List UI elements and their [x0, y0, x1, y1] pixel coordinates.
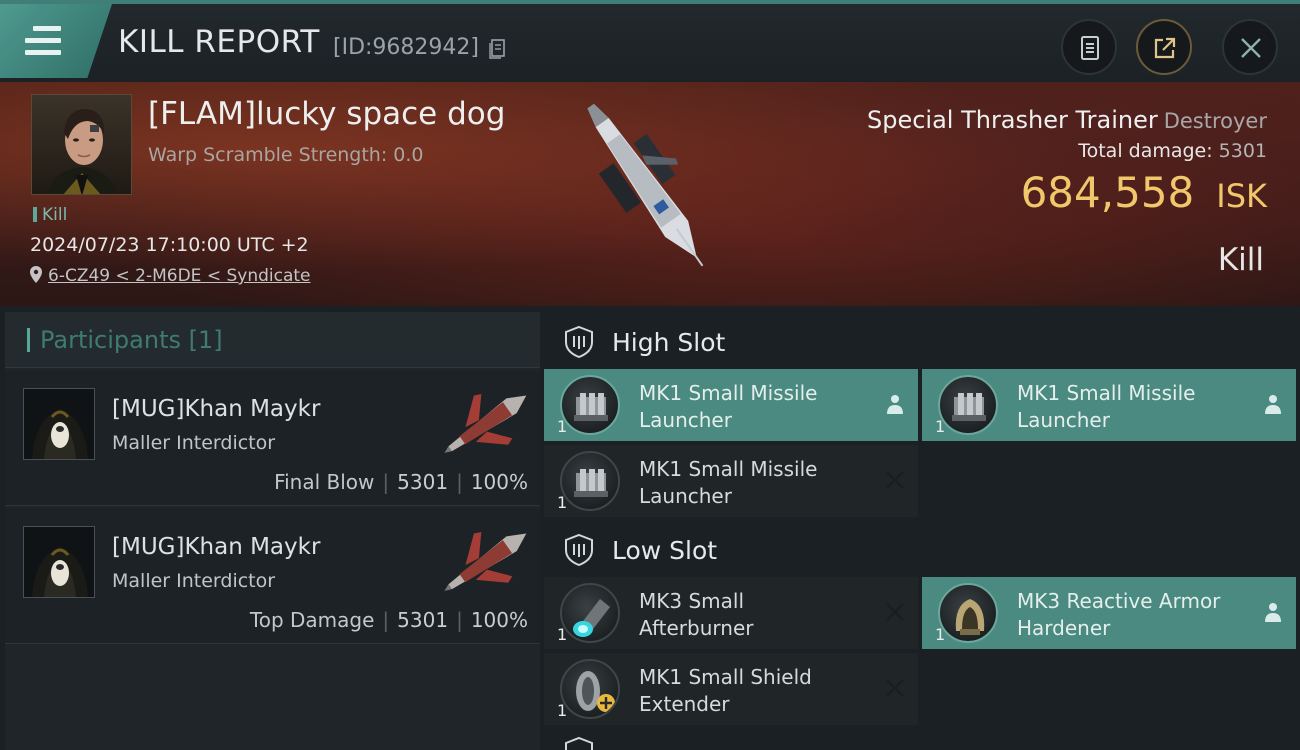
module-name: MK3 Reactive Armor Hardener: [1017, 589, 1221, 640]
report-id: [ID:9682942]: [333, 35, 479, 60]
fitting-panel: High Slot 1 MK1 Small Missile Launcher 1…: [544, 312, 1300, 750]
participant-ship: Maller Interdictor: [112, 570, 276, 592]
isk-value-line: 684,558 ISK: [1021, 168, 1267, 217]
participant-stat-label: Top Damage: [249, 608, 375, 632]
pilot-icon: [887, 395, 903, 414]
close-icon: [1241, 38, 1261, 58]
close-button[interactable]: [1222, 19, 1278, 75]
module-name: MK1 Small Missile Launcher: [639, 381, 818, 432]
participant-name[interactable]: [MUG]Khan Maykr: [112, 534, 320, 560]
isk-value: 684,558: [1020, 168, 1195, 217]
kill-tag: Kill: [33, 205, 67, 225]
destroyed-x-icon: [886, 471, 904, 489]
location-link[interactable]: 6-CZ49 < 2-M6DE < Syndicate: [30, 266, 311, 286]
notes-icon: [1081, 36, 1099, 60]
module-quantity: 1: [935, 625, 946, 644]
location-text: 6-CZ49 < 2-M6DE < Syndicate: [48, 266, 311, 286]
participant-ship: Maller Interdictor: [112, 432, 276, 454]
module-quantity: 1: [557, 417, 568, 436]
low-slot-icon: [565, 533, 593, 567]
victim-ship-image: [587, 103, 704, 267]
location-pin-icon: [30, 266, 42, 283]
destroyed-x-icon: [886, 679, 904, 697]
warp-scramble-strength: Warp Scramble Strength: 0.0: [148, 144, 424, 166]
module-quantity: 1: [557, 701, 568, 720]
afterburner-icon: [560, 583, 620, 643]
participant-damage: 5301: [397, 608, 449, 632]
module-name: MK3 Small Afterburner: [639, 589, 754, 640]
total-damage-label: Total damage:: [1078, 140, 1213, 162]
participant-stats: Top Damage | 5301 | 100%: [249, 608, 528, 632]
victim-summary: [FLAM]lucky space dog Warp Scramble Stre…: [0, 82, 1300, 306]
result-label: Kill: [1217, 242, 1264, 278]
low-slot-title: Low Slot: [612, 535, 718, 565]
notes-button[interactable]: [1061, 19, 1117, 75]
top-bar: KILL REPORT [ID:9682942]: [0, 0, 1300, 82]
share-button[interactable]: [1136, 19, 1192, 75]
high-slot-header: High Slot: [544, 314, 1300, 370]
isk-unit: ISK: [1216, 177, 1267, 215]
module-quantity: 1: [557, 625, 568, 644]
participant-ship-image: [444, 393, 527, 453]
low-slot-header: Low Slot: [544, 522, 1300, 578]
missile-launcher-icon: [560, 451, 620, 511]
destroyed-x-icon: [886, 603, 904, 621]
armor-hardener-icon: [938, 583, 998, 643]
ship-name[interactable]: Special Thrasher Trainer: [867, 106, 1158, 134]
ship-type-line: Special Thrasher Trainer Destroyer: [867, 106, 1267, 134]
victim-name[interactable]: [FLAM]lucky space dog: [148, 96, 505, 132]
menu-icon: [25, 26, 61, 62]
total-damage: Total damage: 5301: [1078, 140, 1267, 162]
shield-extender-icon: [560, 659, 620, 719]
high-slot-title: High Slot: [612, 327, 726, 357]
module-name: MK1 Small Missile Launcher: [639, 457, 818, 508]
participant-percent: 100%: [470, 470, 528, 494]
module-quantity: 1: [935, 417, 946, 436]
mid-slot-header-partial: [544, 732, 1300, 750]
menu-button[interactable]: [0, 4, 112, 78]
module-quantity: 1: [557, 493, 568, 512]
participants-header: Participants [1]: [5, 312, 540, 368]
module-slot[interactable]: 1 MK1 Small Missile Launcher: [922, 369, 1296, 441]
participant-name[interactable]: [MUG]Khan Maykr: [112, 396, 320, 422]
kill-timestamp: 2024/07/23 17:10:00 UTC +2: [30, 234, 309, 256]
participant-avatar[interactable]: [23, 388, 95, 460]
participant-card[interactable]: [MUG]Khan Maykr Maller Interdictor Final…: [5, 370, 540, 506]
total-damage-value: 5301: [1218, 140, 1267, 162]
participants-title: Participants [1]: [40, 325, 223, 354]
module-slot[interactable]: 1 MK1 Small Missile Launcher: [544, 369, 918, 441]
module-slot[interactable]: 1 MK1 Small Shield Extender: [544, 653, 918, 725]
header-accent-bar: [27, 327, 30, 352]
module-slot[interactable]: 1 MK3 Small Afterburner: [544, 577, 918, 649]
copy-icon[interactable]: [489, 39, 505, 59]
participant-stats: Final Blow | 5301 | 100%: [274, 470, 528, 494]
participants-panel: Participants [1] [MUG]Khan Maykr Maller …: [5, 312, 540, 750]
participant-card[interactable]: [MUG]Khan Maykr Maller Interdictor Top D…: [5, 508, 540, 644]
module-slot[interactable]: 1 MK3 Reactive Armor Hardener: [922, 577, 1296, 649]
module-name: MK1 Small Shield Extender: [639, 665, 812, 716]
high-slot-icon: [565, 325, 593, 359]
mid-slot-icon: [565, 736, 593, 750]
participant-percent: 100%: [470, 608, 528, 632]
pilot-icon: [1265, 603, 1281, 622]
victim-portrait[interactable]: [31, 94, 132, 195]
module-slot[interactable]: 1 MK1 Small Missile Launcher: [544, 445, 918, 517]
missile-launcher-icon: [938, 375, 998, 435]
participant-damage: 5301: [397, 470, 449, 494]
pilot-icon: [1265, 395, 1281, 414]
participant-avatar[interactable]: [23, 526, 95, 598]
module-name: MK1 Small Missile Launcher: [1017, 381, 1196, 432]
page-title: KILL REPORT: [118, 24, 320, 60]
ship-class: Destroyer: [1163, 109, 1267, 133]
participant-stat-label: Final Blow: [274, 470, 375, 494]
participant-ship-image: [444, 531, 527, 591]
share-icon: [1154, 37, 1176, 59]
missile-launcher-icon: [560, 375, 620, 435]
